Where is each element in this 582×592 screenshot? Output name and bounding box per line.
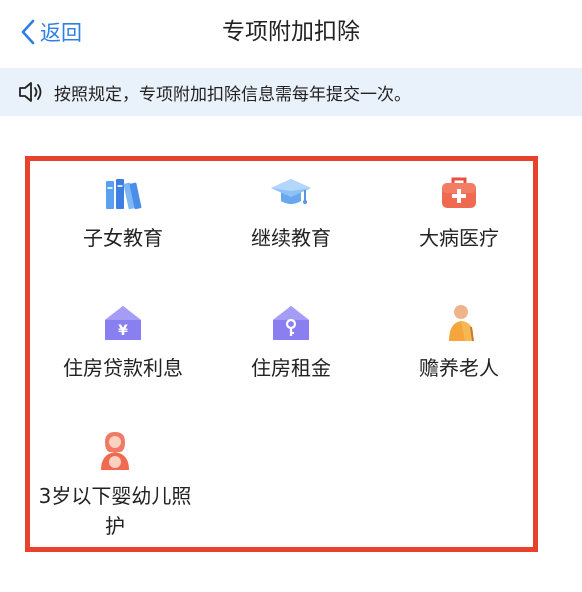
notice-text: 按照规定，专项附加扣除信息需每年提交一次。: [54, 84, 411, 105]
item-label: 住房贷款利息: [63, 356, 183, 380]
books-icon: [101, 171, 145, 215]
speaker-icon: [18, 80, 46, 104]
deduction-grid: 子女教育 继续教育 大病医疗 ¥ 住房贷款利息 住房租金 赡养老人 3岁以下婴幼…: [25, 156, 538, 552]
back-button[interactable]: 返回: [20, 14, 82, 50]
item-label: 赡养老人: [419, 356, 499, 380]
item-continuing-education[interactable]: 继续教育: [206, 171, 376, 253]
screen: 返回 专项附加扣除 按照规定，专项附加扣除信息需每年提交一次。 子女教育 继续教…: [0, 0, 582, 592]
item-label: 住房租金: [251, 356, 331, 380]
item-infant-care[interactable]: 3岁以下婴幼儿照护: [30, 429, 200, 541]
house-key-icon: [269, 301, 313, 345]
item-child-education[interactable]: 子女教育: [38, 171, 208, 253]
item-label: 子女教育: [83, 226, 163, 250]
item-label: 大病医疗: [419, 226, 499, 250]
item-housing-loan-interest[interactable]: ¥ 住房贷款利息: [38, 301, 208, 383]
medical-kit-icon: [437, 171, 481, 215]
chevron-left-icon: [20, 19, 36, 45]
item-serious-illness-medical[interactable]: 大病医疗: [374, 171, 544, 253]
graduation-cap-icon: [269, 171, 313, 215]
back-label: 返回: [40, 21, 82, 45]
page-title: 专项附加扣除: [222, 19, 360, 45]
item-label: 3岁以下婴幼儿照护: [38, 484, 192, 538]
notice-bar: 按照规定，专项附加扣除信息需每年提交一次。: [0, 68, 582, 116]
mother-baby-icon: [93, 429, 137, 473]
svg-text:¥: ¥: [118, 323, 128, 339]
item-label: 继续教育: [251, 226, 331, 250]
item-elderly-support[interactable]: 赡养老人: [374, 301, 544, 383]
item-housing-rent[interactable]: 住房租金: [206, 301, 376, 383]
nav-header: 返回 专项附加扣除: [0, 0, 582, 64]
elderly-person-icon: [437, 301, 481, 345]
house-yuan-icon: ¥: [101, 301, 145, 345]
